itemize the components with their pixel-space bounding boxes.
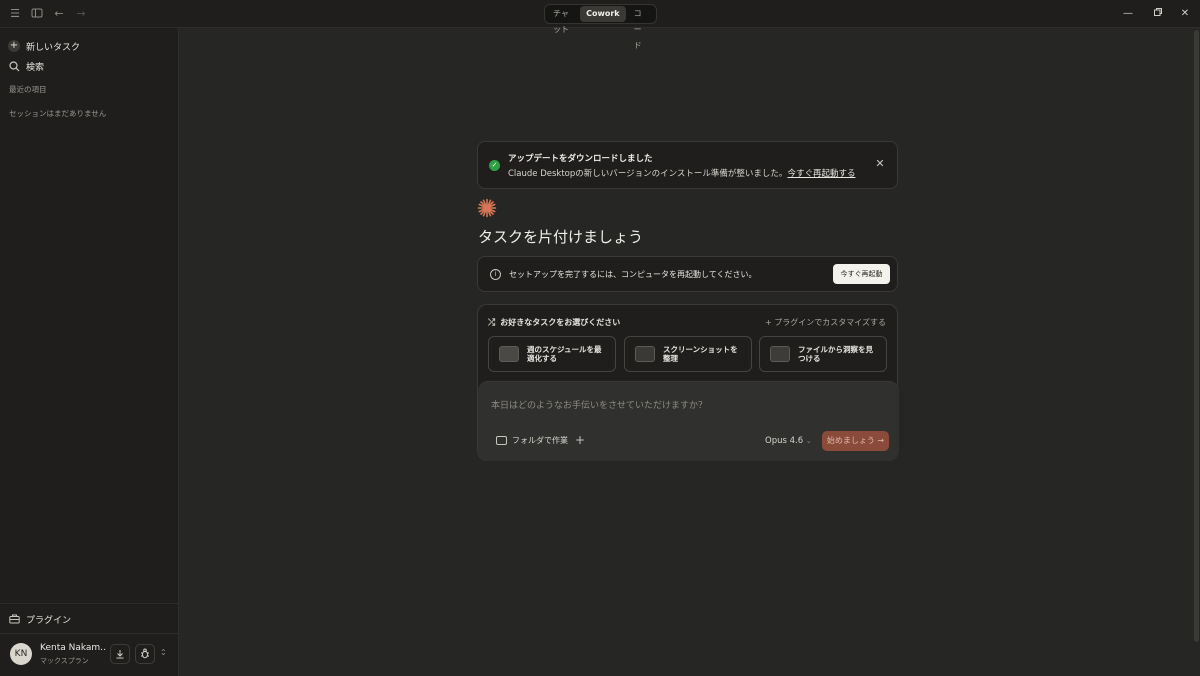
folder-thumbnail-icon (635, 346, 655, 362)
recent-section-title: 最近の項目 (9, 85, 47, 94)
search-button[interactable]: 検索 (8, 58, 44, 74)
user-name[interactable]: Kenta Nakam… (40, 643, 106, 653)
download-button[interactable] (110, 644, 130, 664)
plugins-label: プラグイン (26, 615, 72, 626)
back-arrow-icon[interactable]: ← (52, 7, 66, 21)
update-banner: ✓ アップデートをダウンロードしました Claude Desktopの新しいバー… (477, 141, 898, 189)
task-option-schedule[interactable]: 週のスケジュールを最適化する (488, 336, 616, 372)
update-message: Claude Desktopの新しいバージョンのインストール準備が整いました。 (508, 169, 788, 179)
restore-icon[interactable] (1151, 7, 1165, 21)
chevron-down-icon: ⌄ (805, 437, 812, 445)
restart-now-button[interactable]: 今すぐ再起動 (833, 264, 890, 284)
menu-icon[interactable]: ☰ (8, 7, 22, 21)
task-picker-heading: ⤮ お好きなタスクをお選びください (488, 317, 620, 328)
sidebar-divider (0, 603, 179, 604)
work-in-folder-label: フォルダで作業 (512, 436, 568, 445)
model-name: Opus 4.6 (765, 436, 804, 446)
shuffle-icon[interactable]: ⤮ (488, 318, 495, 328)
tab-chat[interactable]: チャット (547, 6, 578, 34)
customize-plugins-link[interactable]: + プラグインでカスタマイズする (765, 317, 886, 328)
page-title: タスクを片付けましょう (478, 228, 644, 246)
user-plan: マックスプラン (40, 657, 89, 665)
update-text: Claude Desktopの新しいバージョンのインストール準備が整いました。今… (508, 167, 855, 179)
prompt-composer[interactable]: 本日はどのようなお手伝いをさせていただけますか？ フォルダで作業 + Opus … (478, 381, 899, 461)
empty-sessions-text: セッションはまだありません (9, 109, 107, 118)
update-title: アップデートをダウンロードしました (508, 154, 653, 164)
tab-code[interactable]: コード (628, 6, 654, 50)
task-picker-label: お好きなタスクをお選びください (500, 318, 621, 327)
restart-now-link[interactable]: 今すぐ再起動する (787, 169, 855, 179)
task-option-label: 週のスケジュールを最適化する (527, 345, 602, 363)
plugins-button[interactable]: プラグイン (8, 611, 71, 627)
close-icon[interactable]: ✕ (874, 158, 886, 170)
task-option-label: スクリーンショットを整理 (663, 345, 738, 363)
forward-arrow-icon[interactable]: → (74, 7, 88, 21)
info-icon: i (490, 269, 501, 280)
plus-icon: + (8, 40, 20, 52)
task-option-insights[interactable]: ファイルから洞察を見つける (759, 336, 887, 372)
task-option-screenshots[interactable]: スクリーンショットを整理 (624, 336, 752, 372)
window-close-icon[interactable]: ✕ (1178, 7, 1192, 21)
task-option-label: ファイルから洞察を見つける (798, 345, 873, 363)
title-bar: ☰ ← → チャット Cowork コード — ✕ (0, 0, 1200, 50)
claude-logo-icon (477, 198, 497, 218)
minimize-icon[interactable]: — (1121, 7, 1135, 21)
expand-chevron-icon[interactable]: ⌃ ⌄ (160, 648, 167, 666)
work-in-folder-button[interactable]: フォルダで作業 (496, 435, 568, 446)
bug-report-button[interactable] (135, 644, 155, 664)
document-thumbnail-icon (770, 346, 790, 362)
restart-notice: i セットアップを完了するには、コンピュータを再起動してください。 今すぐ再起動 (477, 256, 898, 292)
new-task-label: 新しいタスク (26, 42, 81, 53)
search-label: 検索 (26, 62, 45, 73)
avatar[interactable]: KN (10, 643, 32, 665)
sidebar-divider (0, 633, 179, 634)
new-task-button[interactable]: + 新しいタスク (8, 38, 80, 54)
prompt-input[interactable]: 本日はどのようなお手伝いをさせていただけますか？ (491, 398, 707, 411)
search-icon (8, 60, 20, 72)
check-icon: ✓ (489, 160, 500, 171)
task-card: ⤮ お好きなタスクをお選びください + プラグインでカスタマイズする 週のスケジ… (477, 304, 899, 461)
scrollbar[interactable] (1194, 30, 1199, 642)
mode-switch: チャット Cowork コード (544, 4, 657, 50)
sidebar: + 新しいタスク 検索 最近の項目 セッションはまだありません プラグイン KN… (0, 28, 179, 676)
start-button[interactable]: 始めましょう → (822, 431, 889, 451)
calendar-thumbnail-icon (499, 346, 519, 362)
add-icon[interactable]: + (575, 433, 585, 447)
tab-cowork[interactable]: Cowork (580, 6, 626, 22)
model-selector[interactable]: Opus 4.6 ⌄ (765, 436, 812, 446)
briefcase-icon (8, 613, 20, 625)
folder-icon (496, 436, 507, 445)
sidebar-toggle-icon[interactable] (30, 7, 44, 21)
restart-notice-text: セットアップを完了するには、コンピュータを再起動してください。 (509, 270, 757, 279)
